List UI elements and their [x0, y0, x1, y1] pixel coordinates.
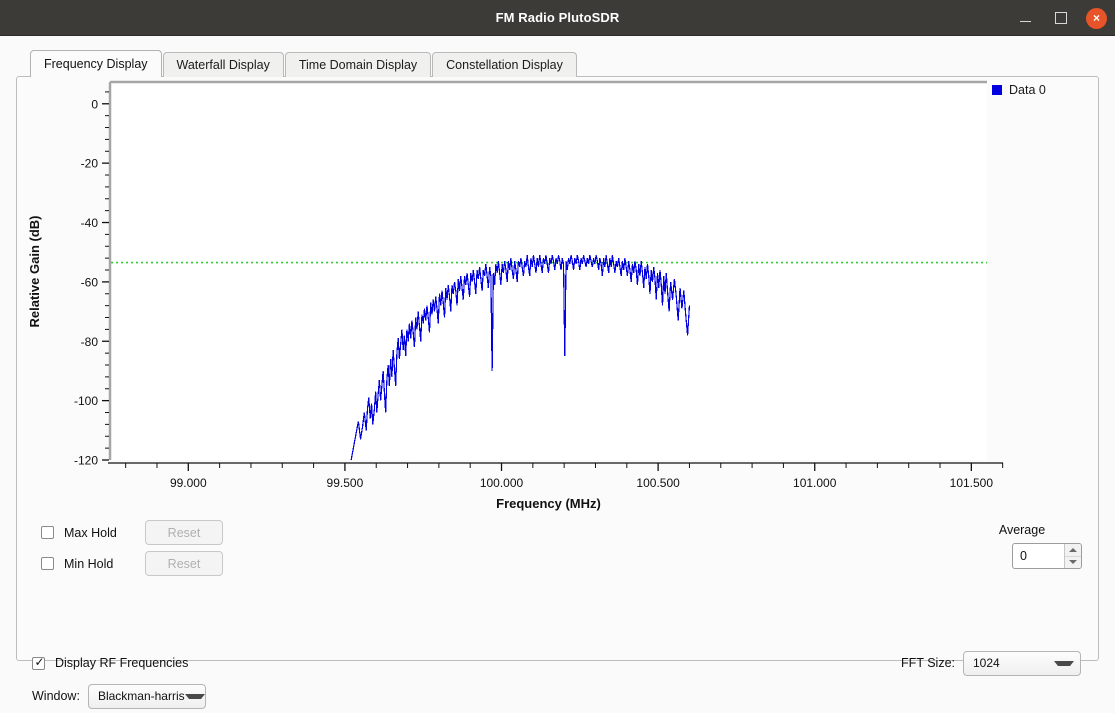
svg-text:99.500: 99.500: [327, 476, 364, 490]
minimize-icon[interactable]: [1014, 7, 1036, 29]
window-title: FM Radio PlutoSDR: [496, 10, 620, 25]
tab-label: Waterfall Display: [177, 58, 270, 72]
window-body: Frequency Display Waterfall Display Time…: [0, 36, 1115, 713]
title-bar: FM Radio PlutoSDR ×: [0, 0, 1115, 36]
chevron-up-icon: [1069, 548, 1077, 552]
svg-text:-20: -20: [81, 157, 99, 171]
min-hold-row: Min Hold Reset: [41, 548, 341, 579]
display-rf-frequencies-row: Display RF Frequencies: [32, 650, 206, 676]
tab-bar: Frequency Display Waterfall Display Time…: [30, 50, 1099, 77]
window-function-label: Window:: [32, 689, 80, 703]
legend-label-data0: Data 0: [1009, 83, 1046, 97]
max-hold-checkbox[interactable]: [41, 526, 54, 539]
average-label: Average: [962, 517, 1082, 543]
svg-text:0: 0: [91, 97, 98, 111]
window-function-select[interactable]: Blackman-harris: [88, 684, 206, 709]
svg-text:100.000: 100.000: [480, 476, 524, 490]
display-rf-frequencies-label: Display RF Frequencies: [55, 656, 188, 670]
plot-legend: Data 0: [992, 83, 1046, 97]
svg-text:100.500: 100.500: [636, 476, 680, 490]
window-function-row: Window: Blackman-harris: [32, 681, 206, 711]
average-increment-button[interactable]: [1065, 544, 1081, 557]
svg-text:-60: -60: [81, 275, 99, 289]
svg-text:-100: -100: [74, 394, 98, 408]
fft-size-value: 1024: [973, 656, 1000, 670]
spectrum-plot-svg: 0 -20 -40 -60 -80 -100 -120 Relative Gain (dB) 9…: [17, 77, 1098, 517]
hold-controls: Max Hold Reset Min Hold Reset: [41, 517, 341, 579]
tab-label: Time Domain Display: [299, 58, 417, 72]
min-hold-reset-button[interactable]: Reset: [145, 551, 223, 576]
maximize-icon[interactable]: [1050, 7, 1072, 29]
close-icon[interactable]: ×: [1086, 8, 1107, 29]
legend-swatch-data0: [992, 85, 1002, 95]
chevron-down-icon: [1054, 661, 1074, 666]
average-spinbox[interactable]: 0: [1012, 543, 1082, 569]
display-rf-frequencies-checkbox[interactable]: [32, 657, 45, 670]
tab-constellation-display[interactable]: Constellation Display: [432, 52, 577, 77]
average-steppers: [1064, 544, 1081, 568]
frequency-display-panel: 0 -20 -40 -60 -80 -100 -120 Relative Gain (dB) 9…: [16, 76, 1099, 661]
window-controls: ×: [1014, 0, 1107, 36]
average-control: Average 0: [962, 517, 1082, 569]
svg-text:Frequency (MHz): Frequency (MHz): [496, 496, 601, 511]
spectrum-plot[interactable]: 0 -20 -40 -60 -80 -100 -120 Relative Gain (dB) 9…: [17, 77, 1098, 517]
max-hold-label: Max Hold: [64, 526, 139, 540]
window-function-value: Blackman-harris: [98, 689, 185, 703]
tab-frequency-display[interactable]: Frequency Display: [30, 50, 162, 77]
average-decrement-button[interactable]: [1065, 557, 1081, 569]
svg-text:99.000: 99.000: [170, 476, 207, 490]
bottom-left-controls: Display RF Frequencies Window: Blackman-…: [32, 650, 206, 711]
max-hold-reset-button[interactable]: Reset: [145, 520, 223, 545]
svg-text:-40: -40: [81, 216, 99, 230]
fft-size-label: FFT Size:: [901, 656, 955, 670]
tab-time-domain-display[interactable]: Time Domain Display: [285, 52, 431, 77]
bottom-right-controls: FFT Size: 1024: [901, 650, 1081, 676]
svg-text:Relative Gain (dB): Relative Gain (dB): [27, 216, 42, 328]
svg-text:-120: -120: [74, 454, 98, 468]
tab-label: Constellation Display: [446, 58, 563, 72]
svg-text:101.500: 101.500: [950, 476, 994, 490]
fft-size-select[interactable]: 1024: [963, 651, 1081, 676]
tab-waterfall-display[interactable]: Waterfall Display: [163, 52, 284, 77]
svg-text:101.000: 101.000: [793, 476, 837, 490]
min-hold-checkbox[interactable]: [41, 557, 54, 570]
chevron-down-icon: [1069, 560, 1077, 564]
tab-label: Frequency Display: [44, 57, 148, 71]
max-hold-row: Max Hold Reset: [41, 517, 341, 548]
bottom-controls: Display RF Frequencies Window: Blackman-…: [16, 650, 1099, 710]
min-hold-label: Min Hold: [64, 557, 139, 571]
chevron-down-icon: [185, 694, 205, 699]
average-value[interactable]: 0: [1013, 544, 1064, 568]
svg-text:-80: -80: [81, 335, 99, 349]
